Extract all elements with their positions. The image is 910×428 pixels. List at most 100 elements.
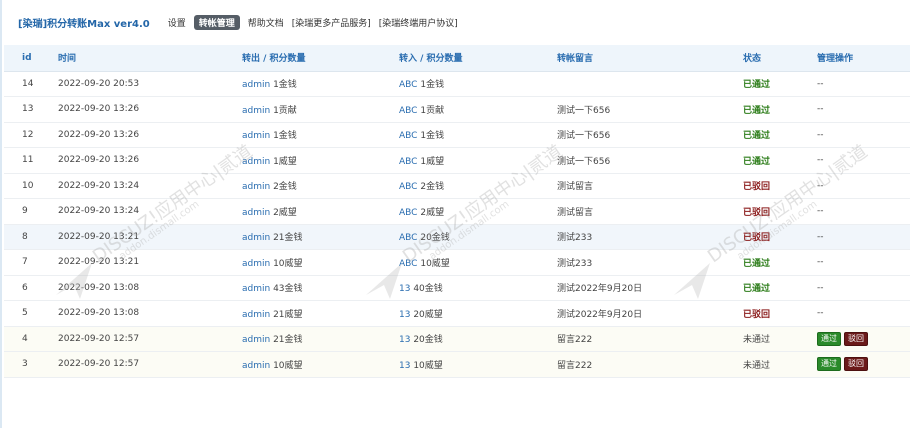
- row-message: 测试一下656: [557, 156, 611, 167]
- cell-message: 测试2022年9月20日: [539, 300, 725, 327]
- row-id: 8: [22, 231, 28, 242]
- no-action: --: [817, 257, 824, 268]
- to-amount: 20金钱: [420, 233, 450, 244]
- from-user-link[interactable]: admin: [242, 310, 270, 320]
- to-amount: 1金钱: [420, 80, 445, 91]
- reject-button[interactable]: 驳回: [844, 357, 868, 372]
- cell-from: admin 21金钱: [224, 224, 381, 250]
- cell-to: ABC 1金钱: [381, 122, 539, 148]
- approve-button[interactable]: 通过: [817, 357, 841, 372]
- cell-message: 测试留言: [539, 173, 725, 199]
- cell-id: 10: [4, 173, 40, 199]
- table-row: 8 2022-09-20 13:21 admin 21金钱 ABC 20金钱 测试233…: [4, 224, 910, 250]
- nav-help-docs[interactable]: 帮助文档: [248, 16, 284, 29]
- from-amount: 21威望: [273, 309, 303, 320]
- no-action: --: [817, 308, 824, 319]
- no-action: --: [817, 155, 824, 166]
- to-user-link[interactable]: ABC: [399, 131, 417, 141]
- cell-from: admin 2金钱: [224, 173, 381, 199]
- table-row: 10 2022-09-20 13:24 admin 2金钱 ABC 2金钱 测试留言 已驳…: [4, 173, 910, 199]
- cell-time: 2022-09-20 13:08: [40, 300, 224, 327]
- cell-id: 5: [4, 300, 40, 327]
- row-id: 14: [22, 78, 34, 89]
- row-time: 2022-09-20 13:24: [58, 180, 140, 191]
- row-message: 测试一下656: [557, 105, 611, 116]
- row-message: 测试2022年9月20日: [557, 309, 643, 320]
- to-user-link[interactable]: ABC: [399, 233, 417, 243]
- no-action: --: [817, 78, 824, 89]
- cell-from: admin 21威望: [224, 300, 381, 327]
- from-user-link[interactable]: admin: [242, 157, 270, 167]
- nav-transfer-management[interactable]: 转帐管理: [193, 14, 240, 30]
- row-id: 11: [22, 155, 34, 166]
- from-user-link[interactable]: admin: [242, 208, 270, 218]
- cell-time: 2022-09-20 20:53: [40, 71, 224, 97]
- from-amount: 21金钱: [273, 233, 303, 244]
- from-user-link[interactable]: admin: [242, 131, 270, 141]
- to-user-link[interactable]: ABC: [399, 106, 417, 116]
- from-user-link[interactable]: admin: [242, 233, 270, 243]
- from-user-link[interactable]: admin: [242, 361, 270, 371]
- col-header-id: id: [4, 45, 40, 72]
- from-user-link[interactable]: admin: [242, 106, 270, 116]
- cell-status: 已驳回: [725, 173, 799, 199]
- from-user-link[interactable]: admin: [242, 259, 270, 269]
- row-message: 留言222: [557, 335, 593, 346]
- cell-status: 已驳回: [725, 224, 799, 250]
- cell-from: admin 43金钱: [224, 275, 381, 301]
- from-user-link[interactable]: admin: [242, 80, 270, 90]
- to-user-link[interactable]: ABC: [399, 182, 417, 192]
- cell-status: 已通过: [725, 275, 799, 301]
- reject-button[interactable]: 驳回: [844, 331, 868, 346]
- cell-time: 2022-09-20 12:57: [40, 326, 224, 352]
- no-action: --: [817, 129, 824, 140]
- from-user-link[interactable]: admin: [242, 182, 270, 192]
- cell-time: 2022-09-20 13:21: [40, 224, 224, 250]
- table-row: 13 2022-09-20 13:26 admin 1贡献 ABC 1贡献 测试一下65…: [4, 96, 910, 123]
- cell-id: 14: [4, 71, 40, 97]
- nav-more-products[interactable]: [染瑞更多产品服务]: [292, 16, 371, 29]
- no-action: --: [817, 206, 824, 217]
- row-id: 4: [22, 333, 28, 344]
- to-user-link[interactable]: 13: [399, 310, 410, 320]
- status-badge: 未通过: [743, 360, 771, 371]
- to-user-link[interactable]: ABC: [399, 259, 417, 269]
- from-amount: 10威望: [273, 360, 303, 371]
- to-user-link[interactable]: 13: [399, 361, 410, 371]
- to-user-link[interactable]: ABC: [399, 157, 417, 167]
- to-amount: 1威望: [420, 156, 445, 167]
- table-row: 3 2022-09-20 12:57 admin 10威望 13 10威望 留言222 未…: [4, 351, 910, 378]
- cell-time: 2022-09-20 13:26: [40, 122, 224, 148]
- from-user-link[interactable]: admin: [242, 335, 270, 345]
- approve-button[interactable]: 通过: [817, 331, 841, 346]
- to-amount: 10威望: [413, 360, 443, 371]
- table-row: 14 2022-09-20 20:53 admin 1金钱 ABC 1金钱 已通过 --: [4, 71, 910, 97]
- no-action: --: [817, 104, 824, 115]
- table-header-row: id 时间 转出 / 积分数量 转入 / 积分数量 转帐留言 状态 管理操作: [4, 45, 910, 72]
- row-id: 7: [22, 257, 28, 268]
- to-user-link[interactable]: 13: [399, 335, 410, 345]
- to-user-link[interactable]: ABC: [399, 208, 417, 218]
- cell-from: admin 10威望: [224, 351, 381, 378]
- nav-user-agreement[interactable]: [染瑞终端用户协议]: [379, 16, 458, 29]
- cell-to: 13 20金钱: [381, 326, 539, 352]
- no-action: --: [817, 231, 824, 242]
- from-user-link[interactable]: admin: [242, 284, 270, 294]
- nav-settings[interactable]: 设置: [168, 16, 186, 29]
- table-row: 4 2022-09-20 12:57 admin 21金钱 13 20金钱 留言222 未…: [4, 326, 910, 352]
- cell-from: admin 21金钱: [224, 326, 381, 352]
- to-amount: 2威望: [420, 207, 445, 218]
- cell-message: 测试233: [539, 224, 725, 250]
- col-header-time: 时间: [40, 45, 224, 72]
- cell-actions: --: [799, 249, 910, 276]
- cell-id: 9: [4, 198, 40, 225]
- row-id: 6: [22, 282, 28, 293]
- status-badge: 已通过: [743, 105, 771, 116]
- cell-message: 测试233: [539, 249, 725, 276]
- table-row: 7 2022-09-20 13:21 admin 10威望 ABC 10威望 测试233…: [4, 249, 910, 276]
- to-user-link[interactable]: 13: [399, 284, 410, 294]
- row-message: 留言222: [557, 360, 593, 371]
- from-amount: 10威望: [273, 258, 303, 269]
- to-user-link[interactable]: ABC: [399, 80, 417, 90]
- cell-actions: --: [799, 96, 910, 123]
